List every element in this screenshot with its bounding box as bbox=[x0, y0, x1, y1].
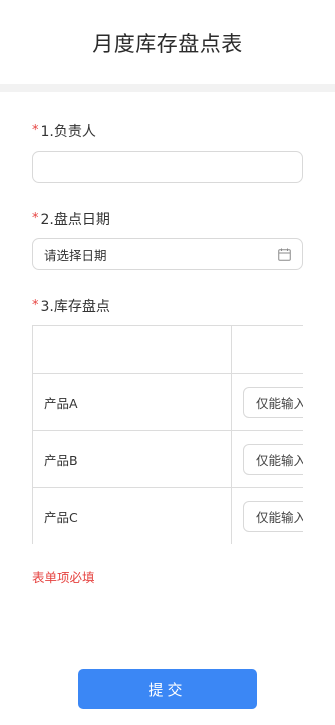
table-header-row bbox=[33, 326, 303, 374]
required-mark: * bbox=[32, 211, 39, 226]
product-name: 产品A bbox=[33, 374, 232, 430]
required-hint: 表单项必填 bbox=[32, 570, 95, 585]
quantity-input[interactable]: 仅能输入 bbox=[243, 386, 303, 418]
field-inventory-label: 3.库存盘点 bbox=[40, 299, 110, 315]
page-title: 月度库存盘点表 bbox=[92, 32, 243, 56]
quantity-cell: 仅能输入 bbox=[232, 488, 303, 544]
table-row: 产品A 仅能输入 bbox=[33, 374, 303, 431]
field-owner-label: 1.负责人 bbox=[40, 124, 96, 140]
field-inventory-label-row: * 3.库存盘点 bbox=[32, 297, 303, 317]
quantity-input[interactable]: 仅能输入 bbox=[243, 443, 303, 475]
table-row: 产品C 仅能输入 bbox=[33, 488, 303, 544]
field-owner: * 1.负责人 bbox=[32, 122, 303, 183]
table-header-cell bbox=[232, 326, 303, 373]
quantity-input[interactable]: 仅能输入 bbox=[243, 500, 303, 532]
product-name: 产品B bbox=[33, 431, 232, 487]
required-mark: * bbox=[32, 123, 39, 138]
table-header-cell bbox=[33, 326, 232, 373]
field-date-label-row: * 2.盘点日期 bbox=[32, 210, 303, 230]
form-body: * 1.负责人 * 2.盘点日期 请选择日期 * 3.库存盘点 产品A 仅能输入… bbox=[0, 122, 335, 586]
field-inventory: * 3.库存盘点 产品A 仅能输入 产品B 仅能输入 产品C 仅能输入 bbox=[32, 297, 303, 544]
inventory-form-page: 月度库存盘点表 * 1.负责人 * 2.盘点日期 请选择日期 * 3.库存盘点 … bbox=[0, 0, 335, 725]
product-name: 产品C bbox=[33, 488, 232, 544]
required-mark: * bbox=[32, 298, 39, 313]
header-divider bbox=[0, 84, 335, 92]
field-owner-label-row: * 1.负责人 bbox=[32, 122, 303, 142]
field-date: * 2.盘点日期 请选择日期 bbox=[32, 210, 303, 270]
submit-button[interactable]: 提交 bbox=[78, 669, 257, 709]
calendar-icon[interactable] bbox=[278, 248, 291, 261]
page-header: 月度库存盘点表 bbox=[0, 0, 335, 84]
quantity-cell: 仅能输入 bbox=[232, 431, 303, 487]
owner-input[interactable] bbox=[32, 151, 303, 183]
date-placeholder: 请选择日期 bbox=[44, 247, 107, 263]
inventory-table: 产品A 仅能输入 产品B 仅能输入 产品C 仅能输入 bbox=[32, 325, 303, 544]
quantity-cell: 仅能输入 bbox=[232, 374, 303, 430]
field-date-label: 2.盘点日期 bbox=[40, 212, 110, 228]
date-picker-input[interactable]: 请选择日期 bbox=[32, 238, 303, 270]
table-row: 产品B 仅能输入 bbox=[33, 431, 303, 488]
